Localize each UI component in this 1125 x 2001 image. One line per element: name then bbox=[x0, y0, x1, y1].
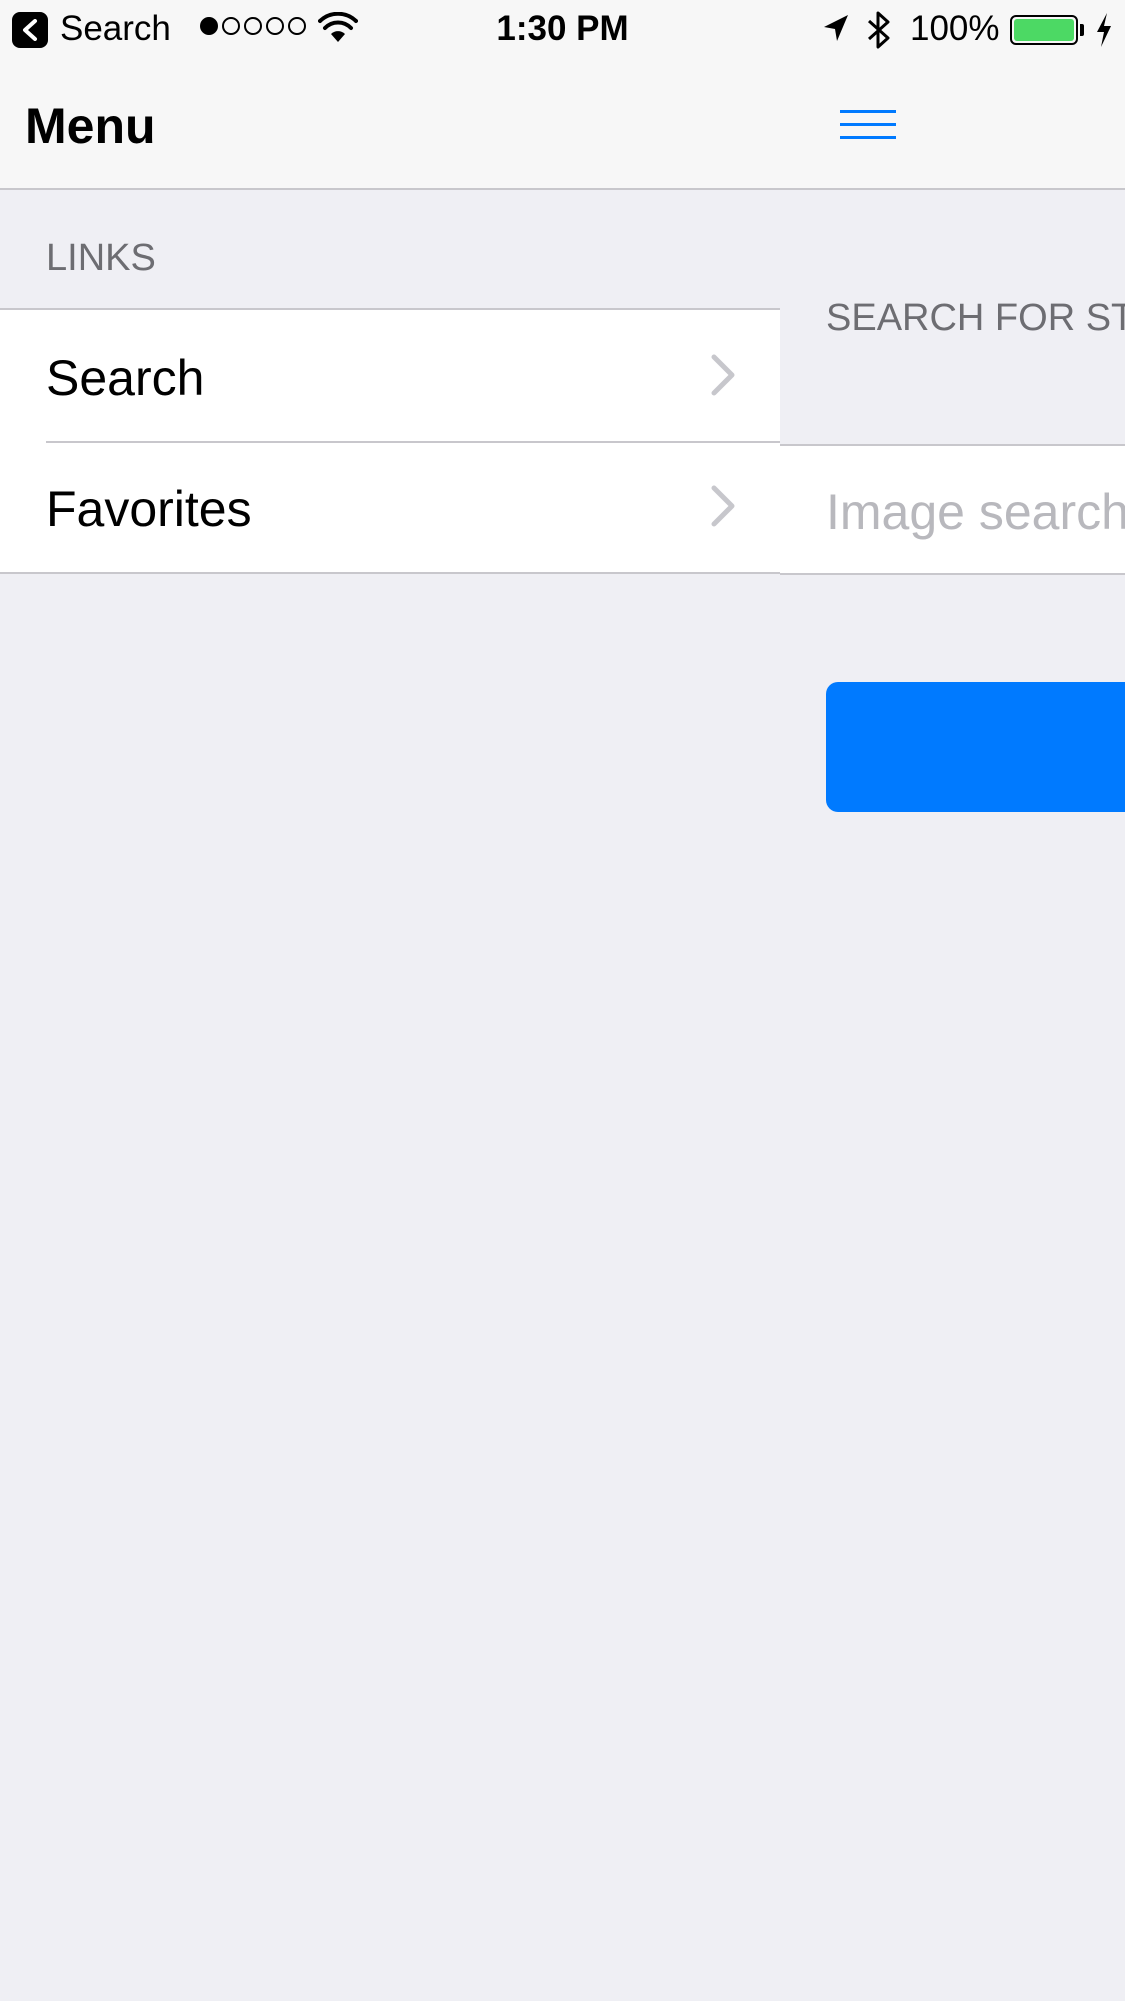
menu-list: Search Favorites bbox=[0, 308, 780, 574]
hamburger-icon[interactable] bbox=[838, 106, 900, 142]
search-section-header: SEARCH FOR ST bbox=[826, 297, 1125, 339]
menu-item-favorites[interactable]: Favorites bbox=[0, 441, 780, 572]
location-arrow-icon bbox=[824, 15, 848, 41]
battery-tip bbox=[1080, 24, 1084, 36]
search-row bbox=[780, 444, 1125, 575]
status-bar: Search 1:30 PM 100% bbox=[0, 0, 1125, 60]
battery-percentage: 100% bbox=[910, 9, 1000, 48]
menu-item-label: Favorites bbox=[46, 481, 252, 537]
battery-level-fill bbox=[1014, 19, 1074, 41]
navigation-bar: Menu bbox=[0, 60, 1125, 188]
top-bar: Search 1:30 PM 100% Menu bbox=[0, 0, 1125, 190]
page-title: Menu bbox=[25, 98, 156, 154]
hamburger-line bbox=[840, 136, 896, 139]
image-search-input[interactable] bbox=[826, 482, 1125, 542]
links-section-header: LINKS bbox=[46, 237, 156, 279]
battery-icon bbox=[1010, 15, 1078, 45]
menu-item-search[interactable]: Search bbox=[0, 310, 780, 441]
chevron-right-icon bbox=[711, 354, 735, 396]
menu-item-label: Search bbox=[46, 350, 205, 406]
charging-bolt-icon bbox=[1097, 13, 1111, 47]
bluetooth-icon bbox=[867, 11, 890, 49]
chevron-right-icon bbox=[711, 485, 735, 527]
search-submit-button[interactable] bbox=[826, 682, 1125, 812]
hamburger-line bbox=[840, 123, 896, 126]
hamburger-line bbox=[840, 110, 896, 113]
